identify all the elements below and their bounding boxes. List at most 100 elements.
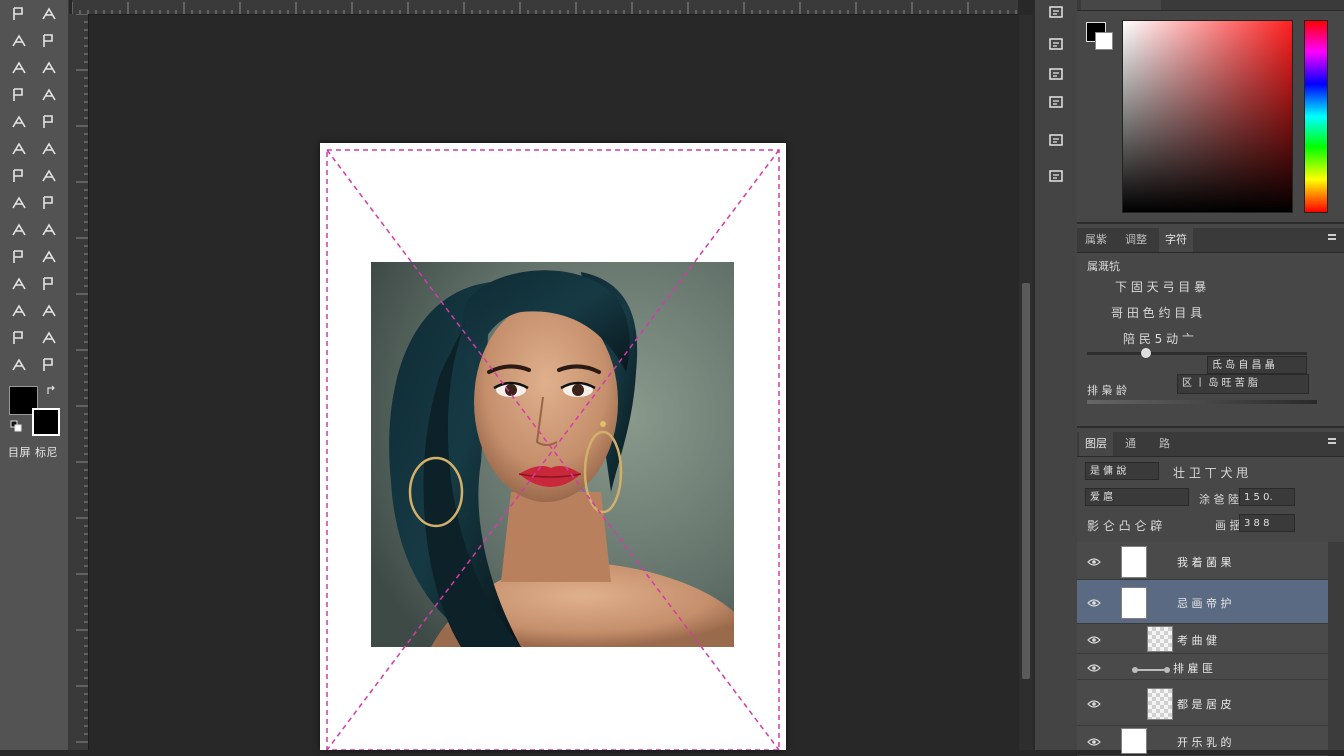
layer-name[interactable]: 都 是 居 皮 — [1177, 696, 1232, 712]
hue-slider[interactable] — [1304, 20, 1328, 213]
layer-thumbnail — [1121, 728, 1147, 754]
history-brush-icon[interactable] — [36, 164, 62, 188]
eye-icon[interactable] — [1087, 597, 1101, 607]
layer-filter-select[interactable]: 是 傭 說 — [1085, 462, 1159, 480]
layer-name[interactable]: 忌 画 帝 护 — [1177, 595, 1232, 611]
layer-row[interactable]: 考 曲 健 — [1077, 624, 1328, 654]
horizontal-ruler — [72, 0, 1018, 15]
spot-heal-icon[interactable] — [6, 137, 32, 161]
marquee-tool-icon[interactable] — [6, 56, 32, 80]
opacity-slider-track[interactable] — [1087, 352, 1307, 355]
brush-tool-icon[interactable] — [36, 137, 62, 161]
layers-scrollbar[interactable] — [1328, 542, 1344, 750]
blend-mode-select[interactable]: 爱 扈 — [1085, 488, 1189, 506]
link-icon — [1131, 663, 1171, 677]
edit-toolbar-icon[interactable] — [6, 326, 32, 350]
zoom-tool-icon[interactable] — [36, 299, 62, 323]
magic-wand-icon[interactable] — [36, 83, 62, 107]
eye-icon[interactable] — [1087, 634, 1101, 644]
path-select-icon[interactable] — [36, 245, 62, 269]
polygon-lasso-icon[interactable] — [36, 56, 62, 80]
crop-tool-icon[interactable] — [6, 110, 32, 134]
clone-stamp-icon[interactable] — [6, 164, 32, 188]
rotate-view-icon[interactable] — [36, 29, 62, 53]
layer-row[interactable]: 忌 画 帝 护 — [1077, 580, 1328, 624]
layer-thumbnail — [1147, 688, 1173, 720]
tab-channels[interactable]: 通 — [1119, 432, 1142, 456]
screen-mode-icon[interactable] — [6, 353, 32, 377]
blur-tool-icon[interactable] — [6, 218, 32, 242]
layer-row[interactable]: 开 乐 乳 的 — [1077, 726, 1328, 756]
quick-mask-label[interactable]: 目屏 标尼 — [8, 444, 58, 460]
hand-tool-icon[interactable] — [6, 299, 32, 323]
portrait-photo[interactable] — [371, 262, 734, 647]
canvas-scrollbar[interactable] — [1019, 15, 1033, 750]
vertical-ruler — [68, 14, 89, 750]
properties-label-2: 排 梟 龄 — [1087, 384, 1127, 397]
quick-select-icon[interactable] — [6, 83, 32, 107]
layer-row[interactable]: 排 雇 匪 — [1077, 654, 1328, 680]
eye-icon[interactable] — [1087, 736, 1101, 746]
properties-row-2[interactable]: 哥 田 色 约 目 具 — [1111, 304, 1202, 321]
properties-panel-tabs: 属紫 调整 字符 — [1077, 228, 1344, 253]
tab-layers[interactable]: 图层 — [1079, 432, 1113, 456]
swap-colors-icon[interactable] — [46, 384, 58, 396]
eye-icon[interactable] — [1087, 698, 1101, 708]
lasso-tool-icon[interactable] — [6, 29, 32, 53]
dodge-tool-icon[interactable] — [36, 218, 62, 242]
fill-field[interactable]: 3 8 8 — [1239, 514, 1295, 532]
background-color-swatch[interactable] — [32, 408, 60, 436]
properties-slider-2[interactable] — [1087, 400, 1317, 404]
eye-icon[interactable] — [1087, 556, 1101, 566]
layer-filter-icons[interactable]: 壮 卫 丅 犬 甩 — [1173, 464, 1248, 481]
tab-properties[interactable]: 属紫 — [1079, 228, 1113, 252]
properties-dropdown-2[interactable]: 区 丨 岛 旺 苦 脂 — [1177, 374, 1309, 394]
layer-name[interactable]: 开 乐 乳 的 — [1177, 734, 1232, 750]
brush-settings-icon[interactable] — [1044, 62, 1068, 86]
tab-paths[interactable]: 路 — [1153, 432, 1176, 456]
artboard-tool-icon[interactable] — [36, 2, 62, 26]
default-colors-icon[interactable] — [10, 420, 22, 432]
opacity-label: 涂 爸 陸 — [1199, 493, 1239, 506]
layer-name[interactable]: 排 雇 匪 — [1173, 660, 1213, 676]
color-field[interactable] — [1122, 20, 1293, 213]
move-tool-icon[interactable] — [6, 2, 32, 26]
tab-color[interactable] — [1081, 0, 1161, 10]
panel-menu-icon[interactable] — [1328, 234, 1336, 244]
eye-icon[interactable] — [1087, 662, 1101, 672]
layers-panel-tabs: 图层 通 路 — [1077, 432, 1344, 457]
history-icon[interactable] — [1044, 0, 1068, 24]
layers-menu-icon[interactable] — [1328, 438, 1336, 448]
panel-bg-swatch[interactable] — [1095, 32, 1113, 50]
opacity-field[interactable]: 1 5 0. — [1239, 488, 1295, 506]
tab-character[interactable]: 字符 — [1159, 228, 1193, 252]
pen-tool-icon[interactable] — [6, 245, 32, 269]
properties-row-1[interactable]: 下 固 天 弓 目 暴 — [1115, 278, 1206, 295]
opacity-slider-handle[interactable] — [1141, 348, 1151, 358]
panel-icon-strip — [1034, 0, 1078, 750]
properties-title: 属溉牨 — [1087, 260, 1120, 273]
adjust-icon[interactable] — [1044, 128, 1068, 152]
libraries-icon[interactable] — [1044, 90, 1068, 114]
lock-icons[interactable]: 影 仑 凸 仑 辟 — [1087, 517, 1162, 534]
gradient-tool-icon[interactable] — [36, 191, 62, 215]
tab-swatches[interactable] — [1157, 0, 1219, 10]
image-icon[interactable] — [1044, 164, 1068, 188]
eraser-tool-icon[interactable] — [6, 191, 32, 215]
scrollbar-thumb[interactable] — [1022, 283, 1030, 679]
right-panels: 属紫 调整 字符 属溉牨 下 固 天 弓 目 暴 哥 田 色 约 目 具 陪 民… — [1077, 0, 1344, 756]
layer-row[interactable]: 都 是 居 皮 — [1077, 680, 1328, 726]
layer-name[interactable]: 考 曲 健 — [1177, 632, 1217, 648]
type-tool-icon[interactable] — [6, 272, 32, 296]
layer-row[interactable]: 我 着 菌 果 — [1077, 542, 1328, 580]
properties-row-3[interactable]: 陪 民 5 动 亠 — [1123, 330, 1194, 347]
tab-adjustments[interactable]: 调整 — [1119, 228, 1153, 252]
quick-mask-icon[interactable] — [36, 326, 62, 350]
tools-panel: 目屏 标尼 — [0, 0, 69, 750]
frame-tool-icon[interactable] — [36, 353, 62, 377]
shape-tool-icon[interactable] — [36, 272, 62, 296]
properties-dropdown[interactable]: 氐 岛 自 昌 瞐 — [1207, 356, 1307, 374]
layer-name[interactable]: 我 着 菌 果 — [1177, 554, 1232, 570]
eyedropper-icon[interactable] — [36, 110, 62, 134]
swatches-icon[interactable] — [1044, 32, 1068, 56]
